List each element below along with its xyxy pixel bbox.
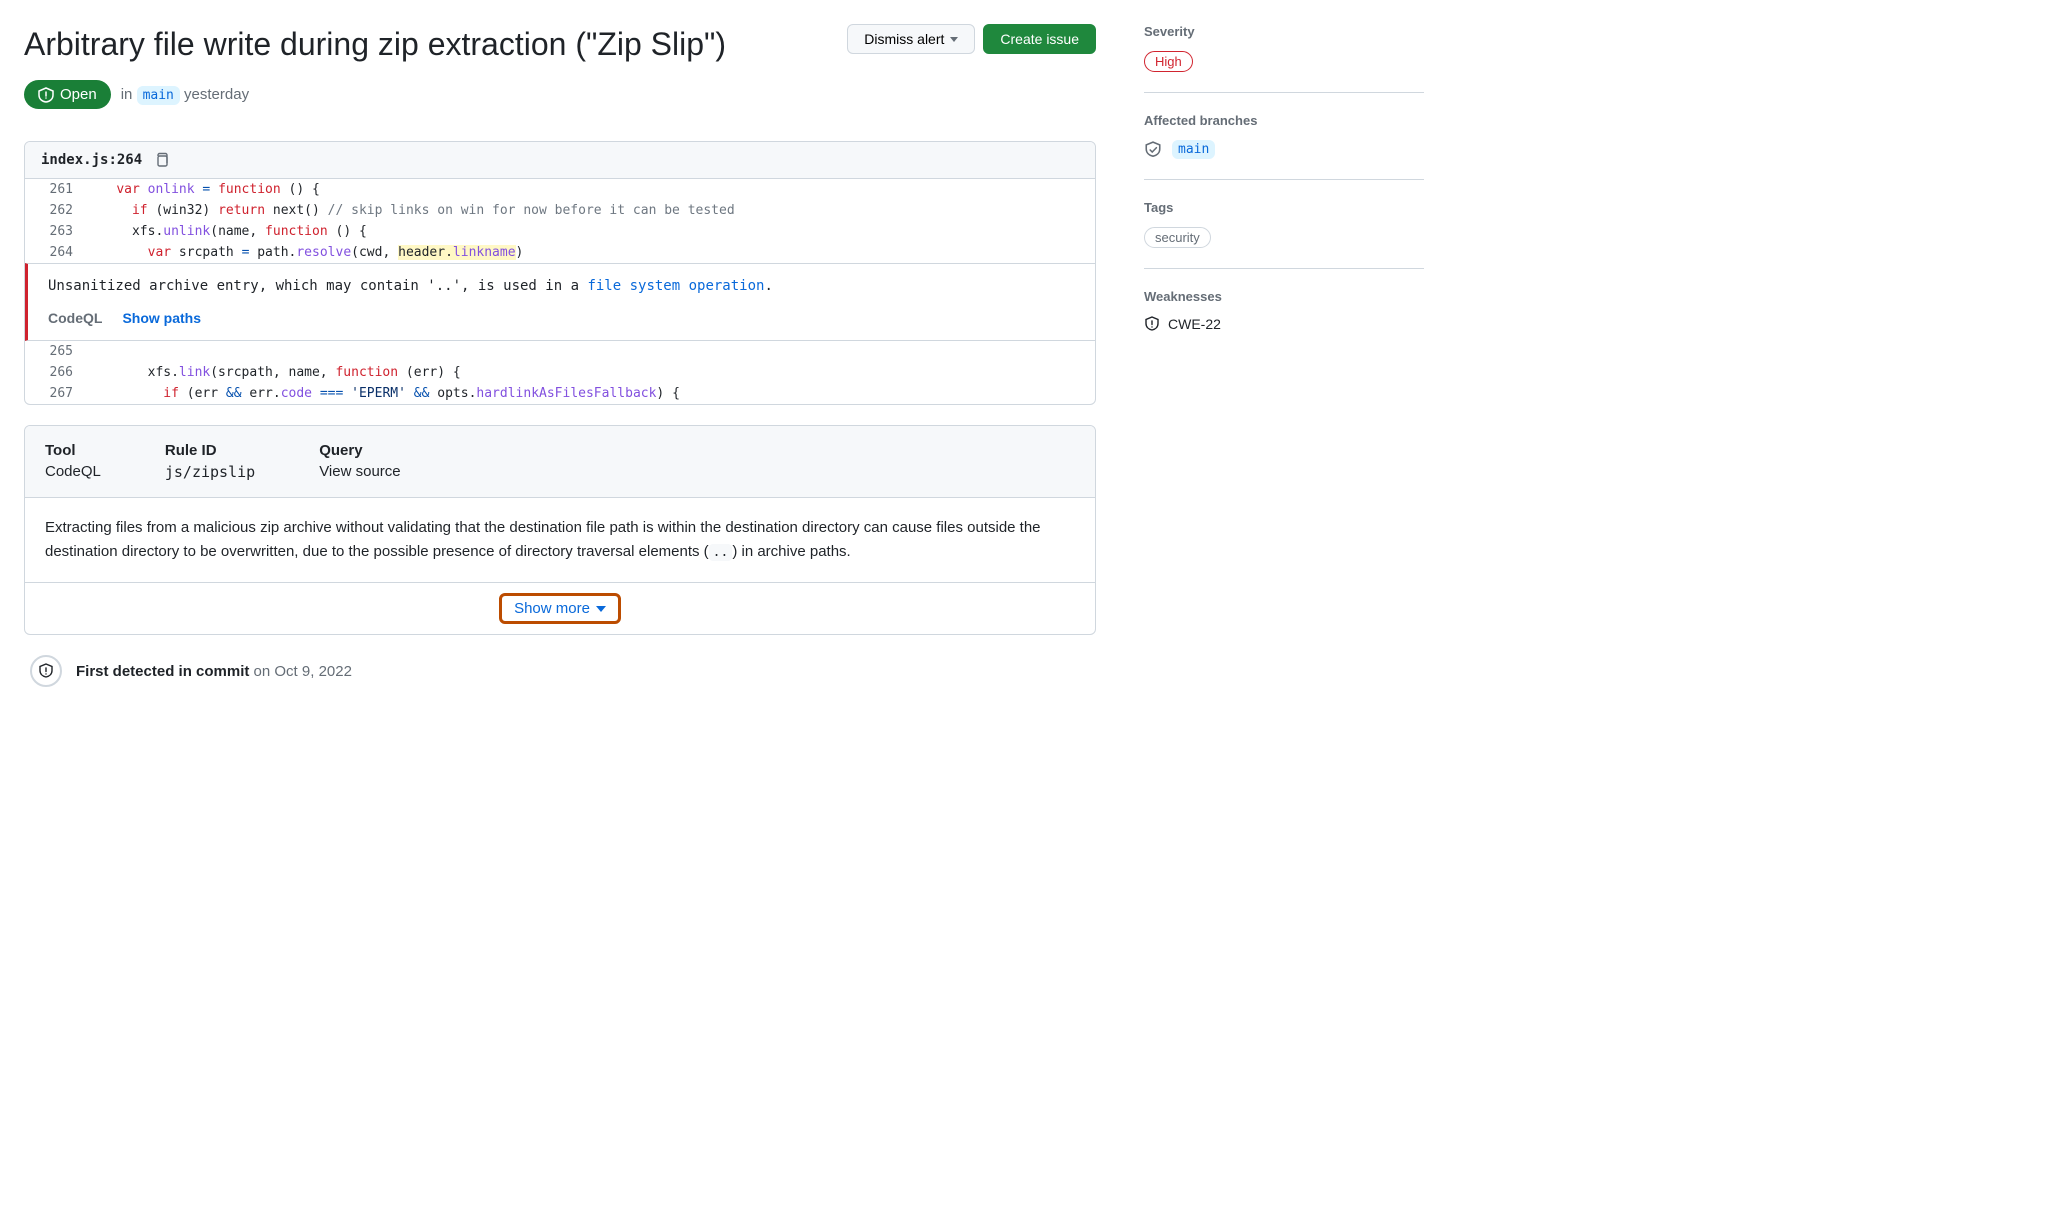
affected-branches-label: Affected branches: [1144, 113, 1424, 128]
info-query-label: Query: [319, 442, 400, 459]
timeline-date: on Oct 9, 2022: [249, 663, 352, 680]
severity-label: Severity: [1144, 24, 1424, 39]
info-rule-label: Rule ID: [165, 442, 255, 459]
shield-icon: [1144, 316, 1160, 332]
show-more-button[interactable]: Show more: [499, 593, 621, 624]
timeline-bold: First detected in commit: [76, 663, 249, 680]
line-number: 265: [25, 341, 85, 362]
code-box: index.js:264 261 var onlink = function (…: [24, 141, 1096, 405]
chevron-down-icon: [596, 606, 606, 612]
severity-pill: High: [1144, 51, 1193, 72]
tags-label: Tags: [1144, 200, 1424, 215]
check-circle-icon: [1144, 141, 1162, 159]
alert-message: Unsanitized archive entry, which may con…: [48, 278, 1075, 294]
weaknesses-label: Weaknesses: [1144, 289, 1424, 304]
file-path[interactable]: index.js:264: [41, 152, 142, 168]
status-badge: Open: [24, 80, 111, 109]
info-tool-label: Tool: [45, 442, 101, 459]
alert-icon: [38, 87, 54, 103]
info-box: Tool CodeQL Rule ID js/zipslip Query Vie…: [24, 425, 1096, 635]
timeline-item: First detected in commit on Oct 9, 2022: [24, 655, 1096, 687]
create-issue-button[interactable]: Create issue: [983, 24, 1096, 54]
line-number: 264: [25, 242, 85, 263]
dismiss-alert-button[interactable]: Dismiss alert: [847, 24, 975, 54]
status-meta: in main yesterday: [121, 86, 249, 103]
line-number: 262: [25, 200, 85, 221]
show-paths-link[interactable]: Show paths: [122, 310, 201, 326]
line-number: 261: [25, 179, 85, 200]
alert-block: Unsanitized archive entry, which may con…: [25, 263, 1095, 341]
line-number: 267: [25, 383, 85, 404]
branch-chip[interactable]: main: [137, 86, 180, 105]
tool-label: CodeQL: [48, 310, 102, 326]
tag-pill[interactable]: security: [1144, 227, 1211, 248]
line-number: 263: [25, 221, 85, 242]
info-tool-value: CodeQL: [45, 463, 101, 480]
info-rule-value: js/zipslip: [165, 463, 255, 481]
page-title: Arbitrary file write during zip extracti…: [24, 24, 726, 64]
view-source-link[interactable]: View source: [319, 463, 400, 480]
alert-link[interactable]: file system operation: [587, 278, 764, 294]
caret-down-icon: [950, 37, 958, 42]
copy-icon[interactable]: [154, 152, 170, 168]
shield-alert-icon: [30, 655, 62, 687]
affected-branch[interactable]: main: [1172, 140, 1215, 159]
weakness-item[interactable]: CWE-22: [1144, 316, 1424, 332]
line-number: 266: [25, 362, 85, 383]
description: Extracting files from a malicious zip ar…: [25, 498, 1095, 583]
